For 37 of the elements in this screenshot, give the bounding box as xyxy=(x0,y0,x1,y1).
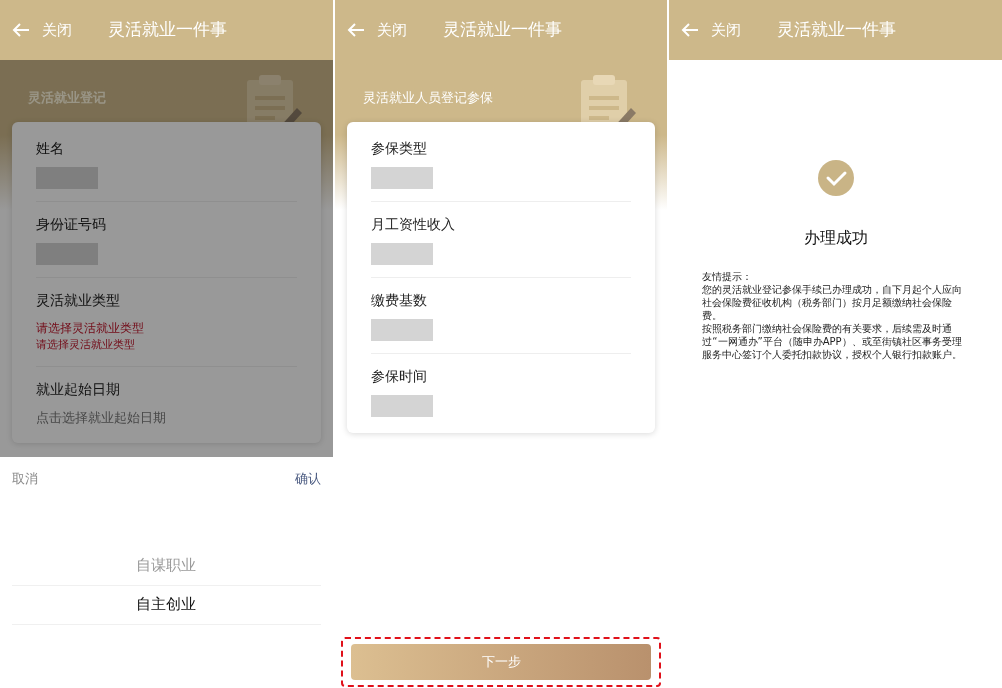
date-field[interactable]: 点击选择就业起始日期 xyxy=(36,407,297,427)
error-message: 请选择灵活就业类型 xyxy=(36,320,145,337)
cancel-button[interactable]: 取消 xyxy=(12,469,38,489)
tip-paragraph: 按照税务部门缴纳社会保险费的有关要求，后续需及时通过“一网通办”平台（随申办APP）、或至街镇社区事务受理服务中心签订个人委托扣款协议，授权个人银行扣款账户。 xyxy=(702,322,964,361)
confirm-button[interactable]: 确认 xyxy=(294,469,321,489)
close-link[interactable]: 关闭 xyxy=(42,18,72,42)
tip-paragraph: 您的灵活就业登记参保手续已办理成功，自下月起个人应向社会保险费征收机构（税务部门）按月足额缴纳社会保险费。 xyxy=(702,283,964,322)
next-button[interactable]: 下一步 xyxy=(350,644,652,680)
back-arrow-icon[interactable] xyxy=(681,22,700,38)
redacted-block xyxy=(36,167,98,189)
field-label: 缴费基数 xyxy=(370,291,428,310)
field-label: 月工资性收入 xyxy=(370,215,456,234)
field-label: 就业起始日期 xyxy=(36,379,121,399)
page-title: 灵活就业一件事 xyxy=(108,18,227,42)
tip-heading: 友情提示： xyxy=(702,270,754,283)
picker-option[interactable]: 自谋职业 xyxy=(12,546,321,586)
page-title: 灵活就业一件事 xyxy=(777,18,897,42)
error-message: 请选择灵活就业类型 xyxy=(36,337,136,353)
close-link[interactable]: 关闭 xyxy=(711,18,742,42)
field-label: 参保类型 xyxy=(370,139,428,158)
redacted-block xyxy=(370,167,433,189)
field-label: 灵活就业类型 xyxy=(36,291,121,310)
redacted-block xyxy=(36,243,98,265)
picker-option[interactable]: 自主创业 xyxy=(12,585,321,625)
redacted-block xyxy=(370,395,433,417)
back-arrow-icon[interactable] xyxy=(12,22,30,38)
section-subtitle: 灵活就业人员登记参保 xyxy=(362,89,493,107)
page-title: 灵活就业一件事 xyxy=(442,18,562,42)
check-circle-icon xyxy=(817,160,854,196)
redacted-block xyxy=(370,319,433,341)
field-label: 身份证号码 xyxy=(36,215,107,234)
success-title: 办理成功 xyxy=(803,227,868,249)
redacted-block xyxy=(370,243,433,265)
field-label: 参保时间 xyxy=(370,367,428,386)
close-link[interactable]: 关闭 xyxy=(376,18,407,42)
back-arrow-icon[interactable] xyxy=(346,22,365,38)
field-label: 姓名 xyxy=(36,139,65,158)
